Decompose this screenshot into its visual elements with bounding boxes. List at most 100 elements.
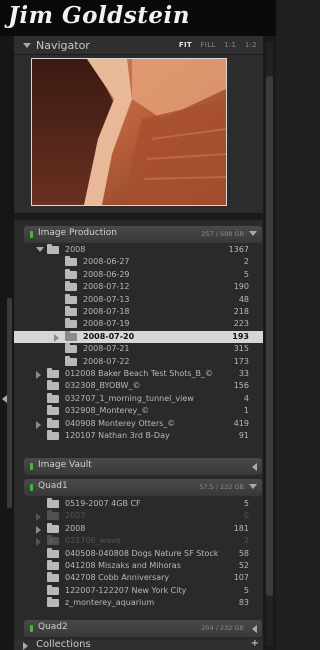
folder-icon bbox=[65, 293, 77, 304]
folder-row[interactable]: 042708 Cobb Anniversary 107 bbox=[14, 572, 263, 584]
folder-row[interactable]: 2008-07-19 223 bbox=[14, 318, 263, 330]
folder-count: 218 bbox=[233, 307, 249, 316]
folder-row[interactable]: 2008 181 bbox=[14, 522, 263, 535]
folder-icon bbox=[47, 430, 59, 440]
folder-row[interactable]: 2008-07-21 315 bbox=[14, 343, 263, 355]
folder-row-missing[interactable]: ? 021706_wave 2 bbox=[14, 535, 263, 547]
folder-collapsed-icon[interactable] bbox=[36, 538, 41, 547]
identity-plate: Jim Goldstein bbox=[0, 0, 276, 36]
folder-icon bbox=[47, 244, 59, 254]
panel-scrollbar[interactable] bbox=[263, 36, 276, 650]
folder-collapsed-icon[interactable] bbox=[36, 513, 41, 522]
folder-expanded-icon[interactable] bbox=[36, 247, 44, 252]
volume-header-image-production[interactable]: Image Production 257 / 698 GB bbox=[24, 226, 262, 243]
folder-row[interactable]: 032908_Monterey_© 1 bbox=[14, 405, 263, 417]
zoom-fit-option[interactable]: FIT bbox=[179, 41, 192, 49]
folder-label: 041208 Miszaks and Mihoras bbox=[65, 561, 181, 570]
folder-count: 107 bbox=[233, 573, 249, 583]
volume-disclosure-icon[interactable] bbox=[252, 463, 257, 471]
folder-icon bbox=[47, 498, 59, 508]
folder-count: 1367 bbox=[228, 245, 249, 254]
folder-count: 223 bbox=[233, 319, 249, 329]
folder-row[interactable]: 2008-07-13 48 bbox=[14, 293, 263, 306]
folder-icon bbox=[47, 572, 59, 583]
folder-icon bbox=[65, 281, 77, 292]
volume-disclosure-icon[interactable] bbox=[249, 231, 257, 236]
folder-row[interactable]: 2008-07-22 173 bbox=[14, 355, 263, 368]
volume-status-led bbox=[30, 231, 33, 238]
disclosure-open-icon[interactable] bbox=[23, 43, 31, 48]
folder-row-missing[interactable]: 2007 0 bbox=[14, 510, 263, 522]
folder-collapsed-icon[interactable] bbox=[36, 420, 41, 429]
volume-status-led bbox=[30, 484, 33, 491]
folder-label: 2008-07-19 bbox=[83, 319, 130, 329]
folder-label: 032908_Monterey_© bbox=[65, 406, 150, 416]
disclosure-closed-icon[interactable] bbox=[23, 642, 28, 650]
navigator-header[interactable]: Navigator FIT FILL 1:1 1:2 bbox=[14, 36, 263, 55]
volume-size: 57.5 / 232 GB bbox=[199, 483, 244, 491]
folder-row[interactable]: 2008 1367 bbox=[14, 244, 263, 256]
collections-header[interactable]: Collections + bbox=[14, 638, 263, 650]
folder-row[interactable]: 041208 Miszaks and Mihoras 52 bbox=[14, 560, 263, 572]
folder-collapsed-icon[interactable] bbox=[36, 371, 41, 379]
folder-count: 52 bbox=[238, 561, 249, 570]
add-collection-button[interactable]: + bbox=[251, 638, 259, 649]
folder-row[interactable]: 122007-122207 New York City 5 bbox=[14, 584, 263, 597]
folder-count: 315 bbox=[233, 344, 249, 354]
folder-row-selected[interactable]: 2008-07-20 193 bbox=[14, 330, 263, 344]
folder-row[interactable]: 2008-06-27 2 bbox=[14, 256, 263, 268]
folder-count: 2 bbox=[243, 257, 249, 267]
left-panel-edge[interactable] bbox=[0, 36, 14, 650]
folder-row[interactable]: 0519-2007 4GB CF 5 bbox=[14, 498, 263, 510]
folder-row[interactable]: 2008-07-12 190 bbox=[14, 281, 263, 293]
folder-row[interactable]: 120107 Nathan 3rd B-Day 91 bbox=[14, 430, 263, 442]
volume-header-quad2[interactable]: Quad2 204 / 232 GB bbox=[24, 620, 262, 637]
folder-count: 5 bbox=[243, 499, 249, 508]
folder-row[interactable]: 040908 Monterey Otters_© 419 bbox=[14, 417, 263, 430]
folder-row[interactable]: 032707_1_morning_tunnel_view 4 bbox=[14, 392, 263, 405]
folder-collapsed-icon[interactable] bbox=[36, 525, 41, 534]
folder-row[interactable]: 032308_BYOBW_© 156 bbox=[14, 380, 263, 392]
folder-row[interactable]: 040508-040808 Dogs Nature SF Stock 58 bbox=[14, 547, 263, 560]
scrollbar-thumb[interactable] bbox=[266, 76, 273, 596]
volume-size: 204 / 232 GB bbox=[201, 624, 244, 632]
folder-count: 1 bbox=[243, 406, 249, 416]
volume-header-image-vault[interactable]: Image Vault bbox=[24, 458, 262, 475]
folder-icon bbox=[65, 343, 77, 354]
folder-label: 2008-06-29 bbox=[83, 269, 130, 279]
folder-icon bbox=[47, 392, 59, 403]
folder-label: 2008-06-27 bbox=[83, 257, 130, 267]
zoom-1-1-option[interactable]: 1:1 bbox=[224, 41, 236, 49]
folder-label: 2008-07-12 bbox=[83, 282, 130, 292]
folder-icon bbox=[47, 522, 59, 533]
folder-label: 040508-040808 Dogs Nature SF Stock bbox=[65, 548, 219, 558]
volume-disclosure-icon[interactable] bbox=[249, 484, 257, 489]
folder-count: 58 bbox=[238, 548, 249, 558]
folder-count: 48 bbox=[238, 294, 249, 304]
volume-disclosure-icon[interactable] bbox=[252, 625, 257, 633]
zoom-fill-option[interactable]: FILL bbox=[201, 41, 216, 49]
volume-name: Image Production bbox=[38, 228, 117, 238]
folder-icon bbox=[65, 268, 77, 279]
folder-label: 2008-07-20 bbox=[83, 331, 135, 341]
folder-row[interactable]: z_monterey_aquarium 83 bbox=[14, 597, 263, 609]
folder-row[interactable]: 2008-07-18 218 bbox=[14, 306, 263, 318]
volume-header-quad1[interactable]: Quad1 57.5 / 232 GB bbox=[24, 479, 262, 496]
folder-label: 122007-122207 New York City bbox=[65, 585, 187, 595]
collapse-left-panel-icon[interactable] bbox=[2, 395, 7, 403]
folder-row[interactable]: 2008-06-29 5 bbox=[14, 268, 263, 281]
folder-label: 2007 bbox=[65, 511, 86, 521]
folder-count: 190 bbox=[233, 282, 249, 292]
folder-label: 042708 Cobb Anniversary bbox=[65, 573, 170, 583]
folder-count: 2 bbox=[243, 536, 249, 546]
navigator-preview-image[interactable] bbox=[31, 58, 227, 206]
zoom-1-2-option[interactable]: 1:2 bbox=[245, 41, 257, 49]
missing-folder-icon: ? bbox=[49, 538, 53, 547]
folder-icon bbox=[65, 306, 77, 316]
folder-count: 173 bbox=[233, 356, 249, 366]
folder-row[interactable]: 012008 Baker Beach Test Shots_B_© 33 bbox=[14, 368, 263, 380]
panel-resize-handle[interactable] bbox=[7, 298, 12, 508]
folder-label: 2008-07-18 bbox=[83, 307, 130, 316]
folder-collapsed-icon[interactable] bbox=[54, 333, 59, 342]
folder-icon bbox=[47, 547, 59, 558]
